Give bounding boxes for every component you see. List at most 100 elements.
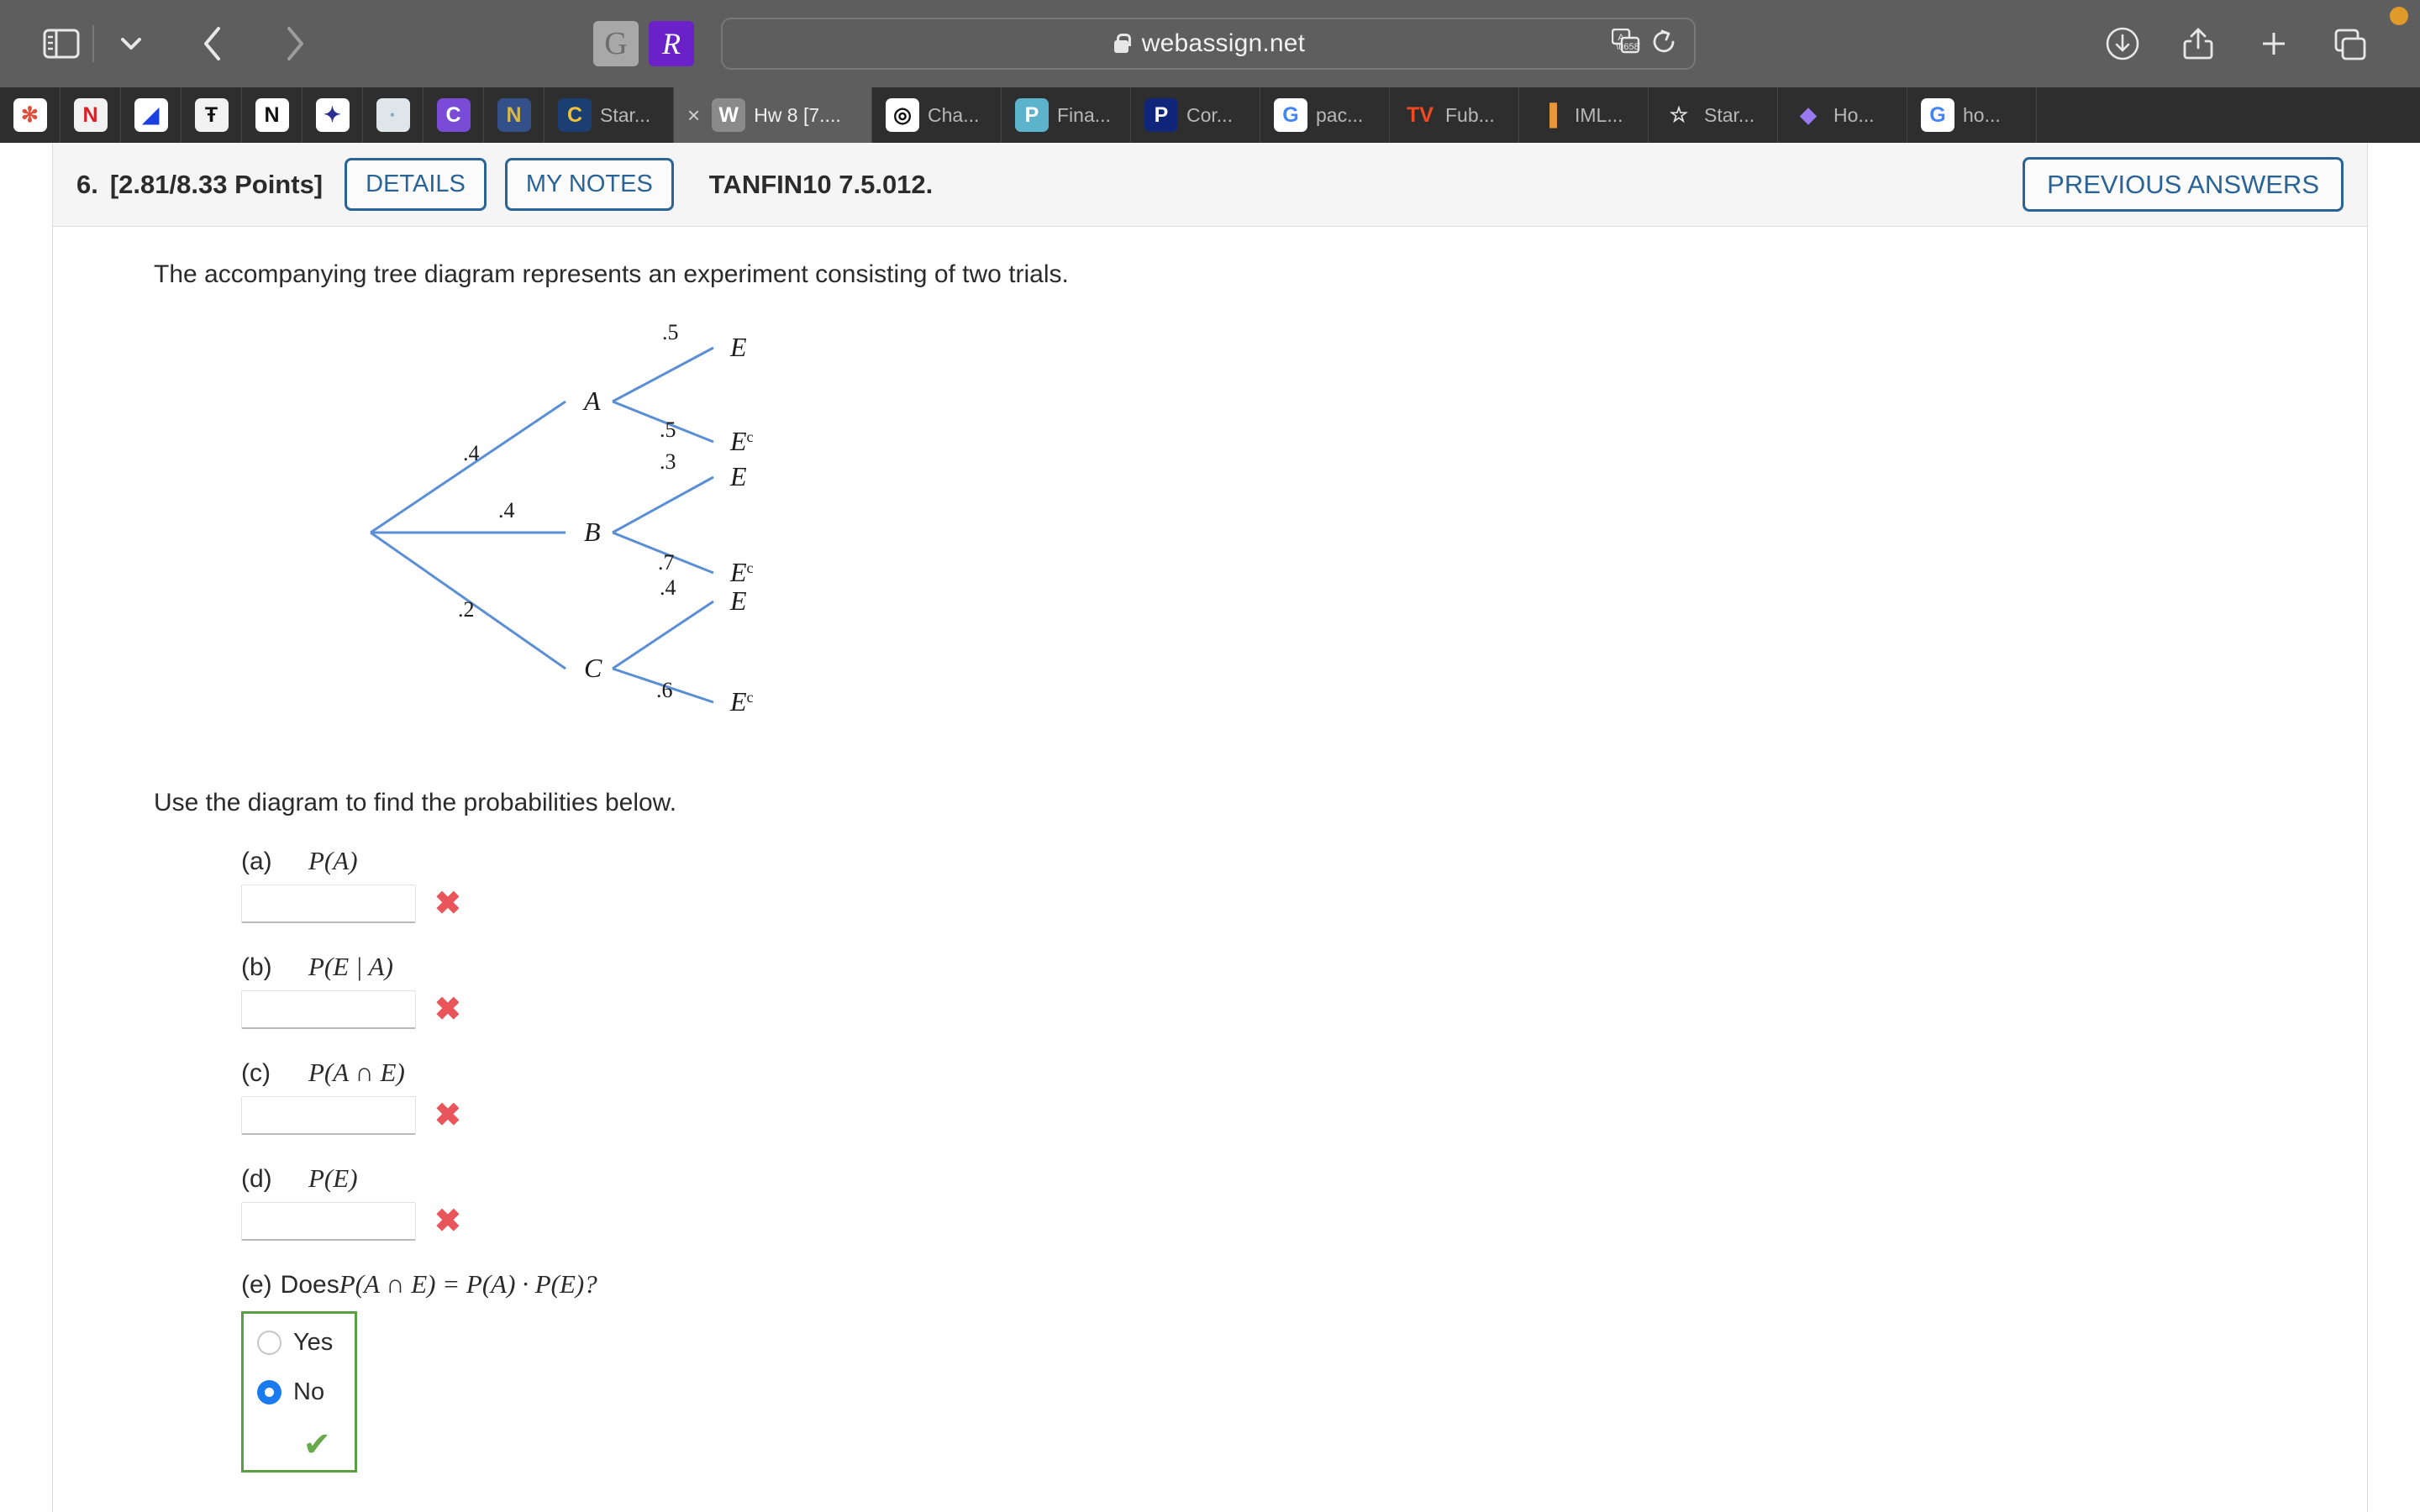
back-icon[interactable] — [183, 20, 242, 67]
translate-icon[interactable]: A \u6587 — [1611, 28, 1644, 60]
tree-prob-stage2: .3 — [660, 449, 676, 474]
tree-diagram: .4 A .4 B .2 C .5 E .5 Ec .3 E .7 Ec .4 E .6 Ec — [364, 307, 2367, 765]
browser-chrome: G R webassign.net A \u6587 — [0, 0, 2420, 143]
answer-input[interactable] — [241, 885, 416, 923]
sidebar-icon[interactable] — [37, 24, 86, 64]
tree-node-stage1: C — [584, 653, 602, 683]
tab-home-gem[interactable]: ◆ Ho... — [1778, 87, 1907, 143]
tab-label: pac... — [1316, 103, 1364, 126]
question-code: TANFIN10 7.5.012. — [708, 169, 934, 199]
part-expression: P(A ∩ E) — [308, 1058, 405, 1087]
tab-pinned-blank[interactable]: · — [363, 87, 424, 143]
favicon-icon: G — [1274, 98, 1307, 132]
tab-pinned-copilot[interactable]: C — [424, 87, 484, 143]
favicon-icon: G — [1921, 98, 1954, 132]
status-incorrect-icon: ✖ — [434, 992, 461, 1027]
tab-pac-google[interactable]: Gpac... — [1260, 87, 1390, 143]
tab-label: Star... — [1704, 103, 1755, 126]
tab-ho-google[interactable]: Gho... — [1907, 87, 2037, 143]
favicon-icon: ☆ — [1662, 98, 1696, 132]
part-e: (e) Does P(A ∩ E) = P(A) · P(E)? Yes No … — [154, 1269, 2367, 1473]
tab-bar: ✻ N ◢ Ŧ N ✦ · C N C Star... × W Hw 8 [7.... ◎ Cha... P Fi… — [0, 87, 2420, 143]
part-label: (c) P(A ∩ E) — [241, 1058, 2367, 1088]
tab-iml[interactable]: ▐ IML... — [1519, 87, 1649, 143]
answer-input[interactable] — [241, 1202, 416, 1241]
tree-branch — [612, 475, 714, 534]
tab-fubo-tv[interactable]: TV Fub... — [1390, 87, 1519, 143]
tab-pinned-slack[interactable]: ✦ — [302, 87, 363, 143]
tab-pinned-octopus[interactable]: ✻ — [0, 87, 60, 143]
tree-branch — [370, 400, 566, 534]
tab-overview-icon[interactable] — [2329, 24, 2370, 64]
part-d: (d) P(E) ✖ — [154, 1163, 2367, 1241]
address-bar-content: webassign.net — [723, 29, 1694, 58]
previous-answers-button[interactable]: PREVIOUS ANSWERS — [2023, 157, 2344, 212]
downloads-icon[interactable] — [2102, 24, 2143, 64]
tree-node-stage2: E — [729, 461, 747, 491]
favicon-icon: ◎ — [886, 98, 919, 132]
tab-cor-pearson[interactable]: P Cor... — [1131, 87, 1260, 143]
radio-yes[interactable] — [257, 1331, 281, 1355]
tab-chatgpt[interactable]: ◎ Cha... — [872, 87, 1002, 143]
radio-no[interactable] — [257, 1380, 281, 1404]
part-b: (b) P(E | A) ✖ — [154, 952, 2367, 1029]
extension-icons: G R — [593, 21, 694, 66]
tree-prob-stage2: .7 — [658, 550, 675, 575]
tab-starfish[interactable]: C Star... — [544, 87, 674, 143]
favicon-icon: ◢ — [134, 98, 168, 132]
favicon-icon: N — [73, 98, 108, 132]
tab-finance-pearson[interactable]: P Fina... — [1002, 87, 1131, 143]
favicon-icon: N — [497, 98, 531, 132]
part-e-label: (e) Does P(A ∩ E) = P(A) · P(E)? — [241, 1269, 2367, 1299]
tab-pinned-nytimes[interactable]: Ŧ — [182, 87, 242, 143]
toolbar-right-icons — [2102, 24, 2383, 64]
answer-input[interactable] — [241, 1096, 416, 1135]
part-e-choice-box: Yes No ✔ — [241, 1311, 357, 1473]
browser-toolbar: G R webassign.net A \u6587 — [0, 0, 2420, 87]
part-expression: P(A) — [308, 846, 358, 875]
part-e-option-yes[interactable]: Yes — [257, 1329, 341, 1357]
part-e-option-no[interactable]: No — [257, 1378, 341, 1406]
favicon-icon: Ŧ — [194, 98, 229, 132]
reload-icon[interactable] — [1652, 29, 1677, 60]
part-label: (b) P(E | A) — [241, 952, 2367, 982]
favicon-icon: ✻ — [13, 98, 47, 132]
new-tab-icon[interactable] — [2254, 24, 2294, 64]
question-header: 6. [2.81/8.33 Points] DETAILS MY NOTES T… — [52, 143, 2368, 227]
tree-node-stage1: B — [584, 517, 601, 547]
favicon-icon: TV — [1403, 98, 1437, 132]
tab-label: IML... — [1575, 103, 1623, 126]
chevron-down-icon[interactable] — [114, 24, 148, 64]
radio-no-label: No — [293, 1378, 325, 1405]
favicon-icon: W — [712, 98, 746, 132]
tree-node-stage1: A — [582, 386, 601, 416]
tab-close-icon[interactable]: × — [687, 102, 700, 129]
part-label: (d) P(E) — [241, 1163, 2367, 1194]
part-e-formula: P(A ∩ E) = P(A) · P(E)? — [339, 1269, 597, 1299]
address-bar[interactable]: webassign.net A \u6587 — [721, 18, 1696, 70]
reader-extension-icon[interactable]: R — [649, 21, 694, 66]
part-expression: P(E | A) — [308, 952, 393, 981]
answer-input[interactable] — [241, 990, 416, 1029]
tree-prob-stage2: .6 — [656, 678, 673, 702]
tab-label: Fina... — [1057, 103, 1111, 126]
tree-node-stage2: Ec — [729, 557, 754, 587]
grammarly-extension-icon[interactable]: G — [593, 21, 639, 66]
share-icon[interactable] — [2178, 24, 2218, 64]
details-button[interactable]: DETAILS — [345, 158, 487, 211]
my-notes-button[interactable]: MY NOTES — [504, 158, 674, 211]
tab-star-bookmark[interactable]: ☆ Star... — [1649, 87, 1778, 143]
tab-pinned-notion[interactable]: N — [242, 87, 302, 143]
lock-icon — [1112, 33, 1131, 55]
part-e-lead: Does — [280, 1271, 339, 1299]
favicon-icon: C — [558, 98, 592, 132]
tab-hw8-webassign[interactable]: × W Hw 8 [7.... — [674, 87, 872, 143]
tab-pinned-blue[interactable]: ◢ — [121, 87, 182, 143]
prompt-text: Use the diagram to find the probabilitie… — [154, 789, 677, 816]
answer-row: ✖ — [241, 885, 2367, 923]
tab-pinned-nyu[interactable]: N — [484, 87, 544, 143]
tab-pinned-netflix[interactable]: N — [60, 87, 121, 143]
question-parts: (a) P(A) ✖ (b) P(E | A) ✖ (c) P(A ∩ E) ✖ (d) P(E) ✖ — [154, 846, 2367, 1241]
answer-row: ✖ — [241, 1202, 2367, 1241]
forward-icon[interactable] — [266, 20, 324, 67]
